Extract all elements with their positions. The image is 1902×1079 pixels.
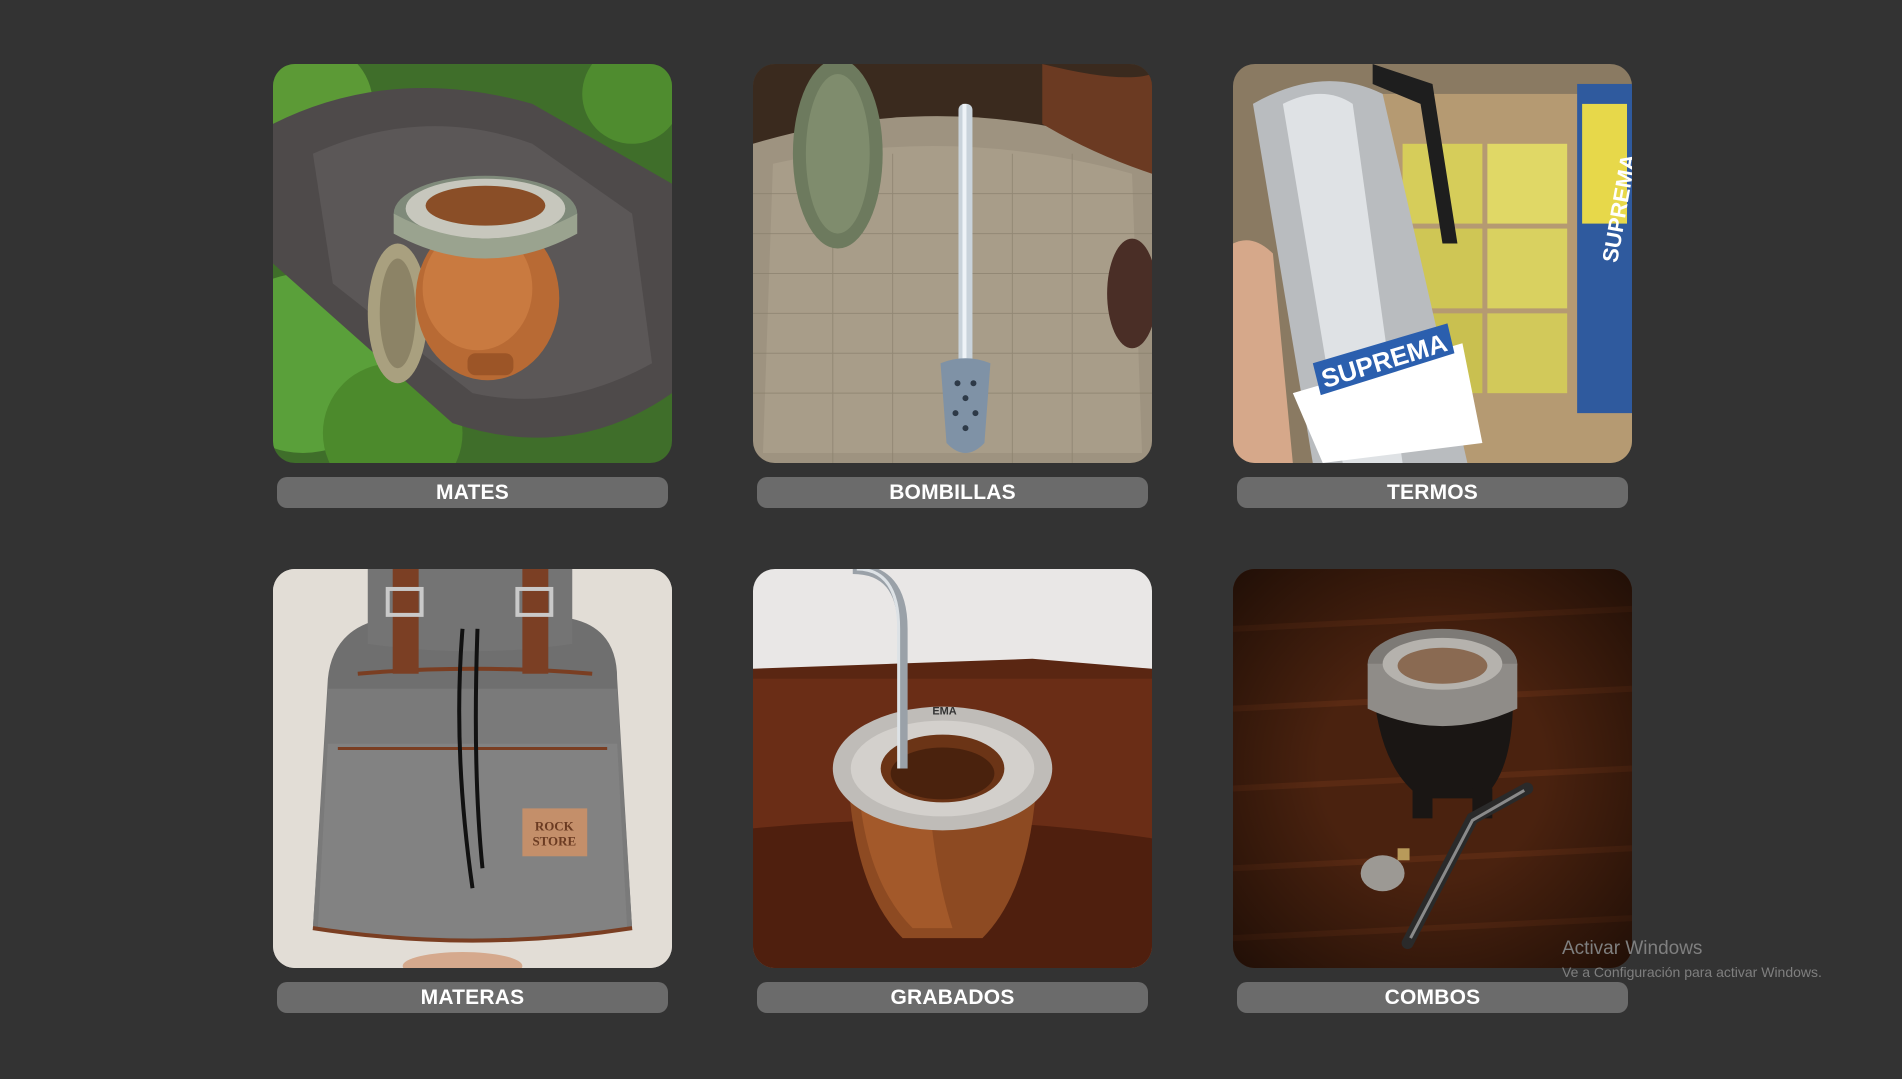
mates-photo[interactable] — [273, 64, 672, 463]
category-label[interactable]: BOMBILLAS — [757, 477, 1148, 508]
category-card-mates[interactable]: MATES — [273, 64, 672, 508]
bombilla-image — [753, 64, 1152, 463]
category-label[interactable]: MATERAS — [277, 982, 668, 1013]
mate-gourd-image — [273, 64, 672, 463]
backpack-image: ROCK STORE — [273, 569, 672, 968]
category-card-bombillas[interactable]: BOMBILLAS — [753, 64, 1152, 508]
ring-engraving-text: EMA — [932, 706, 956, 718]
combos-photo[interactable] — [1233, 569, 1632, 968]
watermark-title: Activar Windows — [1562, 938, 1703, 959]
patch-text-store: STORE — [532, 833, 576, 848]
category-grid: MATES BOMBILLAS SUPREMA SUPREMA TERMOS R… — [273, 64, 1632, 1013]
grabados-photo[interactable]: EMA — [753, 569, 1152, 968]
category-card-termos[interactable]: SUPREMA SUPREMA TERMOS — [1233, 64, 1632, 508]
patch-text-rock: ROCK — [535, 818, 574, 833]
termos-photo[interactable]: SUPREMA SUPREMA — [1233, 64, 1632, 463]
category-card-grabados[interactable]: EMA GRABADOS — [753, 569, 1152, 1013]
category-card-materas[interactable]: ROCK STORE MATERAS — [273, 569, 672, 1013]
materas-photo[interactable]: ROCK STORE — [273, 569, 672, 968]
watermark-subtitle: Ve a Configuración para activar Windows. — [1562, 964, 1822, 980]
thermos-image: SUPREMA SUPREMA — [1233, 64, 1632, 463]
category-label[interactable]: COMBOS — [1237, 982, 1628, 1013]
engraved-mate-image: EMA — [753, 569, 1152, 968]
windows-activation-watermark: Activar Windows Ve a Configuración para … — [1562, 938, 1822, 980]
category-label[interactable]: TERMOS — [1237, 477, 1628, 508]
combo-image — [1233, 569, 1632, 968]
category-label[interactable]: GRABADOS — [757, 982, 1148, 1013]
bombillas-photo[interactable] — [753, 64, 1152, 463]
category-label[interactable]: MATES — [277, 477, 668, 508]
